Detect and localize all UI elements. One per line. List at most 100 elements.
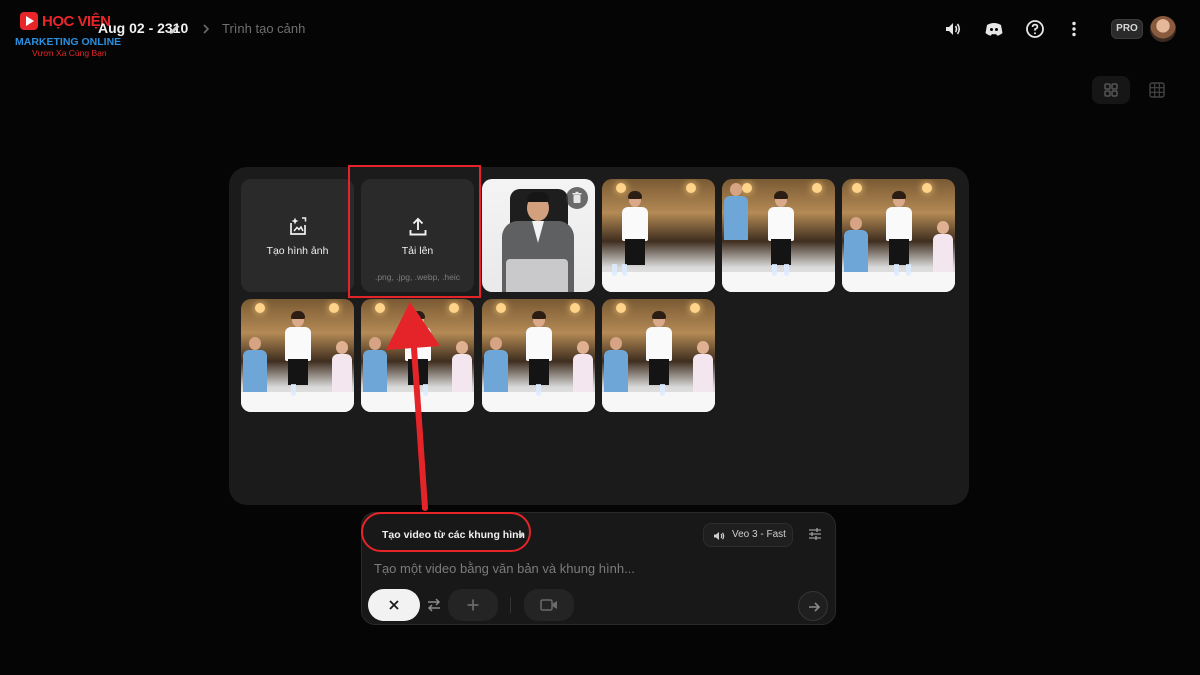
- chevron-right-icon: [203, 24, 210, 34]
- pencil-icon[interactable]: [168, 22, 182, 36]
- model-selector[interactable]: Veo 3 - Fast: [703, 523, 793, 547]
- lamp-shape: [616, 183, 626, 193]
- figure-body: [332, 354, 352, 394]
- plus-icon: [467, 599, 479, 611]
- sparkle-image-icon: [290, 217, 307, 235]
- close-icon: [389, 600, 399, 610]
- swap-icon[interactable]: [424, 595, 444, 615]
- thumbnail-restaurant-5[interactable]: [361, 299, 474, 412]
- guest-figure: [693, 341, 713, 397]
- table-shape: [241, 392, 354, 412]
- video-frame-icon: [540, 599, 557, 611]
- guest-figure: [724, 183, 748, 243]
- guest-figure: [363, 337, 387, 397]
- figure-body: [604, 350, 628, 394]
- glass-shape: [772, 264, 777, 276]
- grid-3x3-icon: [1149, 82, 1165, 98]
- prompt-input[interactable]: [374, 557, 814, 579]
- figure-body: [243, 350, 267, 394]
- table-shape: [361, 392, 474, 412]
- thumbnail-restaurant-2[interactable]: [722, 179, 835, 292]
- end-frame-button[interactable]: [524, 589, 574, 621]
- figure-skirt: [408, 359, 428, 385]
- figure-hair: [628, 191, 642, 199]
- waitress-figure: [524, 311, 554, 385]
- trash-icon: [572, 191, 582, 203]
- thumbnail-restaurant-3[interactable]: [842, 179, 955, 292]
- figure-body: [693, 354, 713, 394]
- waitress-figure: [644, 311, 674, 385]
- view-grid-large-button[interactable]: [1092, 76, 1130, 104]
- waitress-figure: [620, 191, 650, 265]
- create-image-label: Tạo hình ảnh: [266, 245, 329, 257]
- figure-head: [336, 341, 348, 354]
- glass-shape: [612, 264, 617, 276]
- delete-button[interactable]: [566, 187, 588, 209]
- figure-body: [886, 207, 912, 241]
- logo-play-icon: [20, 12, 38, 30]
- figure-body: [484, 350, 508, 394]
- volume-icon[interactable]: [942, 18, 964, 40]
- help-icon[interactable]: [1024, 18, 1046, 40]
- figure-skirt: [771, 239, 791, 265]
- figure-body: [405, 327, 431, 361]
- discord-icon[interactable]: [983, 18, 1005, 40]
- thumbnail-restaurant-1[interactable]: [602, 179, 715, 292]
- figure-hair: [652, 311, 666, 319]
- figure-head: [456, 341, 468, 354]
- figure-hair: [411, 311, 425, 319]
- view-grid-small-button[interactable]: [1138, 76, 1176, 104]
- guest-figure: [484, 337, 508, 397]
- lamp-shape: [496, 303, 506, 313]
- upload-highlight-annotation: [348, 165, 481, 298]
- grid-2x2-icon: [1104, 83, 1118, 97]
- figure-body: [526, 327, 552, 361]
- figure-skirt: [889, 239, 909, 265]
- figure-skirt: [288, 359, 308, 385]
- breadcrumb-scene-builder[interactable]: Trình tạo cảnh: [222, 21, 305, 36]
- create-image-tile[interactable]: Tạo hình ảnh: [241, 179, 354, 292]
- thumbnail-restaurant-7[interactable]: [602, 299, 715, 412]
- guest-figure: [573, 341, 593, 397]
- figure-head: [249, 337, 261, 350]
- lamp-shape: [449, 303, 459, 313]
- figure-body: [452, 354, 472, 394]
- lamp-shape: [255, 303, 265, 313]
- figure-body: [622, 207, 648, 241]
- more-icon[interactable]: [1063, 18, 1085, 40]
- guest-figure: [332, 341, 352, 397]
- table-shape: [602, 272, 715, 292]
- glass-shape: [423, 384, 428, 396]
- thumbnail-restaurant-4[interactable]: [241, 299, 354, 412]
- figure-head: [730, 183, 742, 196]
- guest-figure: [844, 217, 868, 277]
- figure-hair: [532, 311, 546, 319]
- figure-body: [933, 234, 953, 274]
- lamp-shape: [686, 183, 696, 193]
- avatar[interactable]: [1150, 16, 1176, 42]
- figure-hair: [291, 311, 305, 319]
- lamp-shape: [616, 303, 626, 313]
- table-shape: [602, 392, 715, 412]
- glass-shape: [660, 384, 665, 396]
- figure-head: [610, 337, 622, 350]
- glass-shape: [291, 384, 296, 396]
- divider: [510, 597, 511, 613]
- glass-shape: [622, 264, 627, 276]
- guest-figure: [452, 341, 472, 397]
- model-label: Veo 3 - Fast: [732, 529, 786, 540]
- figure-skirt: [529, 359, 549, 385]
- glass-shape: [906, 264, 911, 276]
- add-frame-button[interactable]: [448, 589, 498, 621]
- figure-head: [369, 337, 381, 350]
- thumbnail-restaurant-6[interactable]: [482, 299, 595, 412]
- clear-frames-button[interactable]: [368, 589, 420, 621]
- send-button[interactable]: [798, 591, 828, 621]
- sliders-icon[interactable]: [806, 525, 824, 543]
- figure-head: [577, 341, 589, 354]
- figure-body: [363, 350, 387, 394]
- figure-skirt: [649, 359, 669, 385]
- waitress-figure: [403, 311, 433, 385]
- thumbnail-presenter[interactable]: [482, 179, 595, 292]
- guest-figure: [933, 221, 953, 277]
